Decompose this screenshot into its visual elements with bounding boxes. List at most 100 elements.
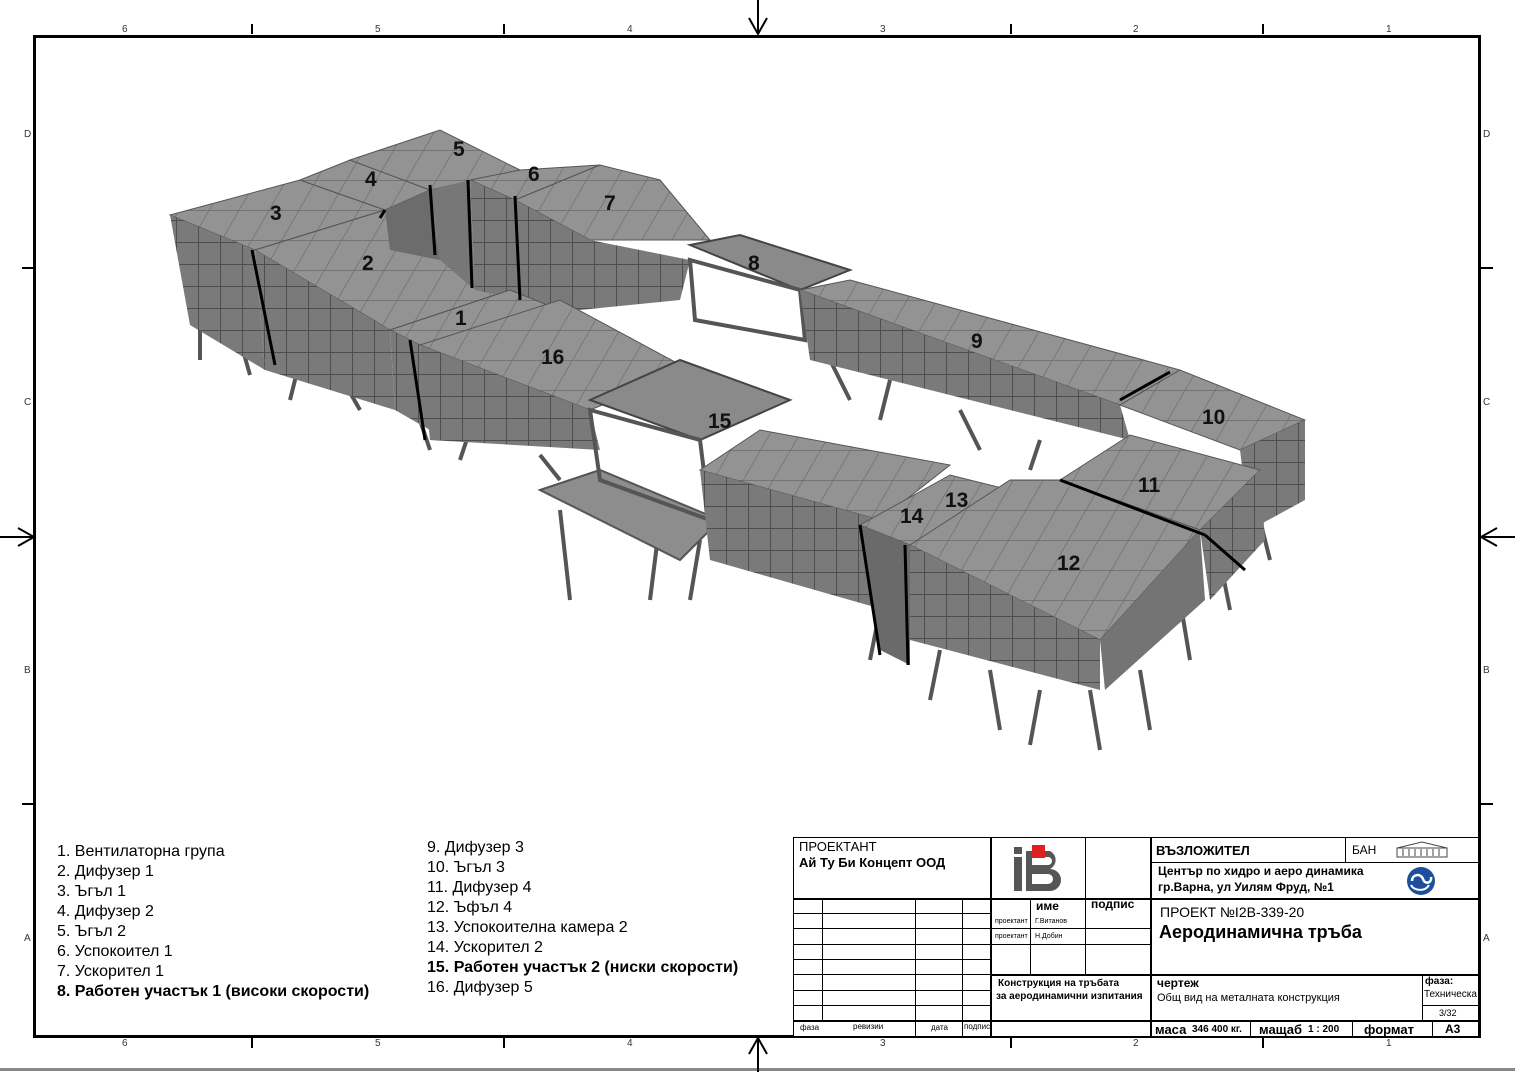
section-label: 11 <box>1138 474 1161 497</box>
zone-label-left: C <box>24 397 32 408</box>
scale-label: мащаб <box>1259 1022 1303 1037</box>
client-short: БАН <box>1352 843 1377 857</box>
title-block-line <box>1422 1005 1479 1006</box>
zone-tick <box>1481 803 1493 805</box>
column-signature-header: подпис <box>1091 897 1135 911</box>
title-block-line <box>793 913 990 914</box>
legend-item: 16. Дифузер 5 <box>427 979 533 996</box>
legend-item: 9. Дифузер 3 <box>427 839 524 856</box>
section-label: 14 <box>900 505 924 528</box>
client-heading: ВЪЗЛОЖИТЕЛ <box>1156 843 1250 858</box>
zone-tick <box>251 24 253 34</box>
zone-label-top: 1 <box>1386 24 1392 35</box>
phase-label: фаза: <box>1425 976 1454 987</box>
column-name-header: име <box>1036 899 1059 913</box>
zone-label-bottom: 1 <box>1386 1038 1392 1049</box>
centering-arrow-top <box>748 0 768 36</box>
zone-label-top: 6 <box>122 24 128 35</box>
title-block-line <box>793 974 990 975</box>
zone-tick <box>22 803 34 805</box>
section-label: 13 <box>945 489 968 512</box>
scale-value: 1 : 200 <box>1308 1024 1340 1035</box>
section-label: 5 <box>453 138 465 161</box>
section-label: 15 <box>708 410 732 433</box>
title-block-line <box>1150 862 1479 863</box>
zone-label-top: 5 <box>375 24 381 35</box>
zone-tick <box>1262 1038 1264 1048</box>
section-label: 1 <box>455 307 467 330</box>
legend-item: 2. Дифузер 1 <box>57 863 154 880</box>
title-block-line <box>1432 1020 1433 1037</box>
designer-heading: ПРОЕКТАНТ <box>799 839 877 854</box>
legend-left: 1. Вентилаторна група 2. Дифузер 1 3. Ъг… <box>57 842 369 1002</box>
zone-label-bottom: 4 <box>627 1038 633 1049</box>
project-number: ПРОЕКТ №I2B-339-20 <box>1160 904 1305 920</box>
format-label: формат <box>1364 1022 1414 1037</box>
revision-col-phase: фаза <box>800 1023 820 1032</box>
zone-label-left: D <box>24 129 32 140</box>
academy-building-icon <box>1395 841 1450 858</box>
zone-label-right: A <box>1483 933 1490 944</box>
zone-label-right: D <box>1483 129 1491 140</box>
format-value: A3 <box>1445 1022 1461 1036</box>
section-label: 4 <box>365 168 377 191</box>
role-designer: проектант <box>995 918 1028 925</box>
designer-name: Ай Ту Би Концепт ООД <box>799 855 946 870</box>
title-block-line <box>1250 1020 1251 1037</box>
centering-arrow-right <box>1479 527 1515 547</box>
drawing-title: Общ вид на металната конструкция <box>1157 992 1340 1004</box>
title-block-line <box>793 990 990 991</box>
legend-item: 11. Дифузер 4 <box>427 879 532 896</box>
drawing-label: чертеж <box>1157 976 1199 990</box>
legend-item: 12. Ъфъл 4 <box>427 899 513 916</box>
designer-logo <box>1010 843 1068 895</box>
zone-tick <box>1481 267 1493 269</box>
title-block-line <box>990 974 1150 976</box>
title-block-line <box>1150 898 1479 900</box>
title-block-line <box>1422 975 1423 1020</box>
legend-item: 10. Ъгъл 3 <box>427 859 505 876</box>
section-label: 10 <box>1202 406 1225 429</box>
legend-item: 7. Ускорител 1 <box>57 963 164 980</box>
section-label: 9 <box>971 330 983 353</box>
title-block-line <box>1030 898 1031 974</box>
client-name-line2: гр.Варна, ул Уилям Фруд, №1 <box>1158 880 1334 894</box>
zone-label-bottom: 3 <box>880 1038 886 1049</box>
title-block-line <box>962 898 963 1037</box>
zone-tick <box>1262 24 1264 34</box>
legend-item: 1. Вентилаторна група <box>57 843 225 860</box>
client-logo-icon <box>1405 865 1437 897</box>
title-block-line <box>793 1005 990 1006</box>
legend-item: 8. Работен участък 1 (високи скорости) <box>57 983 370 1000</box>
legend-item: 4. Дифузер 2 <box>57 903 154 920</box>
revision-col-date: дата <box>931 1023 948 1032</box>
section-label: 12 <box>1057 552 1080 575</box>
legend-item: 5. Ъгъл 2 <box>57 923 126 940</box>
title-block-line <box>1352 1020 1353 1037</box>
zone-label-right: C <box>1483 397 1491 408</box>
role-designer2: проектант <box>995 933 1028 940</box>
legend-item: 13. Успокоителна камера 2 <box>427 919 628 936</box>
mass-value: 346 400 кг. <box>1192 1024 1242 1035</box>
section-label: 8 <box>748 252 760 275</box>
title-block-line <box>793 944 1150 945</box>
zone-tick <box>22 267 34 269</box>
client-name-line1: Център по хидро и аеро динамика <box>1158 864 1364 878</box>
section-label: 2 <box>362 252 374 275</box>
title-block-line <box>1150 837 1152 1037</box>
zone-tick <box>1010 1038 1012 1048</box>
sheet-number: 3/32 <box>1439 1008 1457 1018</box>
zone-label-bottom: 5 <box>375 1038 381 1049</box>
section-label: 6 <box>528 163 540 186</box>
section-label: 3 <box>270 202 282 225</box>
zone-label-left: A <box>24 933 31 944</box>
centering-arrow-bottom <box>748 1038 768 1072</box>
legend-item: 14. Ускорител 2 <box>427 939 543 956</box>
zone-tick <box>503 24 505 34</box>
title-block-line <box>793 928 1150 929</box>
zone-label-top: 3 <box>880 24 886 35</box>
wind-tunnel-model: 5 4 3 6 7 2 8 1 16 9 15 10 11 13 14 12 <box>168 129 1307 751</box>
revision-col-revisions: ревизии <box>853 1022 884 1031</box>
legend-item: 6. Успокоител 1 <box>57 943 173 960</box>
zone-label-left: B <box>24 665 31 676</box>
